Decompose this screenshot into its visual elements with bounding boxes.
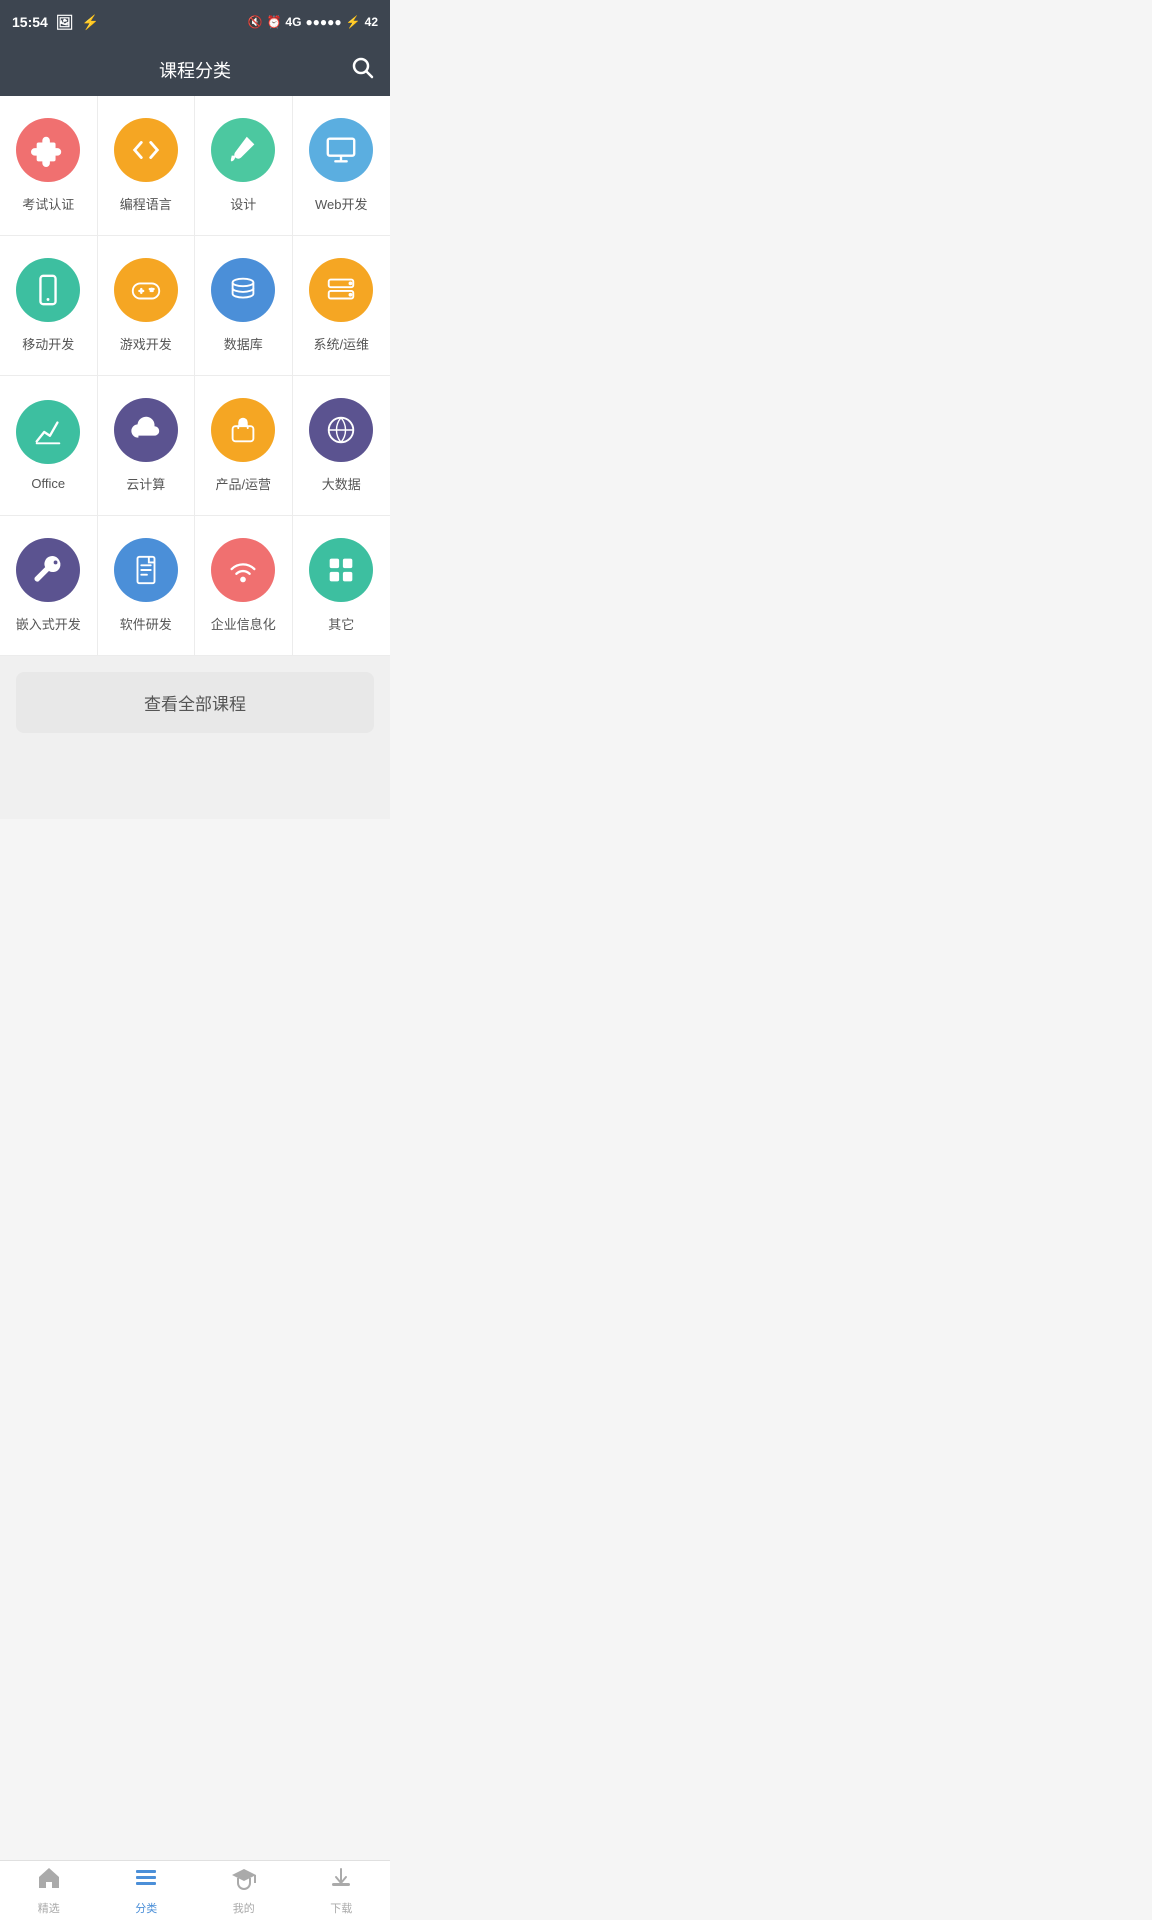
nav-label-mine: 我的 [233, 1900, 255, 1916]
nav-item-home[interactable]: 精选 [0, 1861, 98, 1920]
nav-label-download: 下载 [330, 1900, 352, 1916]
category-label-embedded: 嵌入式开发 [16, 614, 81, 633]
category-label-product: 产品/运营 [215, 474, 271, 493]
category-icon-cloud [114, 398, 178, 462]
category-icon-sysops [309, 258, 373, 322]
category-label-game: 游戏开发 [120, 334, 172, 353]
category-grid: 考试认证 编程语言 设计 Web开发 移动开发 游戏开发 数据库 [0, 96, 390, 656]
category-item-bigdata[interactable]: 大数据 [293, 376, 391, 516]
signal-dots: ●●●●● [305, 15, 341, 29]
category-item-webdev[interactable]: Web开发 [293, 96, 391, 236]
category-label-sysops: 系统/运维 [313, 334, 369, 353]
category-icon-other [309, 538, 373, 602]
category-label-exam: 考试认证 [22, 194, 74, 213]
category-label-programming: 编程语言 [120, 194, 172, 213]
nav-icon-mine [231, 1865, 257, 1897]
category-item-sysops[interactable]: 系统/运维 [293, 236, 391, 376]
category-icon-product [211, 398, 275, 462]
category-icon-exam [16, 118, 80, 182]
battery-label: 42 [365, 15, 378, 29]
usb-icon: ⚡ [82, 14, 99, 31]
category-label-design: 设计 [230, 194, 256, 213]
category-icon-database [211, 258, 275, 322]
category-item-enterprise[interactable]: 企业信息化 [195, 516, 293, 656]
category-icon-enterprise [211, 538, 275, 602]
category-item-office[interactable]: Office [0, 376, 98, 516]
nav-label-home: 精选 [38, 1900, 60, 1916]
mute-icon: 🔇 [248, 15, 263, 29]
status-left: 15:54 🖼 ⚡ [12, 14, 99, 31]
network-label: 4G [285, 15, 301, 29]
category-label-office: Office [31, 476, 65, 491]
bolt-icon: ⚡ [346, 15, 361, 29]
page-title: 课程分类 [159, 57, 231, 83]
bottom-nav: 精选 分类 我的 下载 [0, 1860, 390, 1920]
category-icon-webdev [309, 118, 373, 182]
category-item-mobile[interactable]: 移动开发 [0, 236, 98, 376]
category-label-database: 数据库 [224, 334, 263, 353]
category-icon-software [114, 538, 178, 602]
category-item-programming[interactable]: 编程语言 [98, 96, 196, 236]
category-label-enterprise: 企业信息化 [211, 614, 276, 633]
nav-icon-home [36, 1865, 62, 1897]
category-icon-design [211, 118, 275, 182]
category-item-design[interactable]: 设计 [195, 96, 293, 236]
status-right: 🔇 ⏰ 4G ●●●●● ⚡ 42 [248, 15, 378, 29]
category-item-cloud[interactable]: 云计算 [98, 376, 196, 516]
category-item-embedded[interactable]: 嵌入式开发 [0, 516, 98, 656]
category-item-product[interactable]: 产品/运营 [195, 376, 293, 516]
category-label-mobile: 移动开发 [22, 334, 74, 353]
category-item-database[interactable]: 数据库 [195, 236, 293, 376]
time: 15:54 [12, 14, 48, 30]
category-icon-office [16, 400, 80, 464]
view-all-button[interactable]: 查看全部课程 [16, 672, 374, 733]
category-label-other: 其它 [328, 614, 354, 633]
view-all-container: 查看全部课程 [0, 656, 390, 749]
nav-item-category[interactable]: 分类 [98, 1861, 196, 1920]
nav-label-category: 分类 [135, 1900, 157, 1916]
category-icon-game [114, 258, 178, 322]
nav-icon-category [133, 1865, 159, 1897]
category-item-software[interactable]: 软件研发 [98, 516, 196, 656]
category-icon-mobile [16, 258, 80, 322]
category-label-webdev: Web开发 [315, 194, 368, 213]
category-item-exam[interactable]: 考试认证 [0, 96, 98, 236]
category-item-other[interactable]: 其它 [293, 516, 391, 656]
nav-item-download[interactable]: 下载 [293, 1861, 391, 1920]
nav-icon-download [328, 1865, 354, 1897]
category-label-cloud: 云计算 [126, 474, 165, 493]
search-icon[interactable] [350, 55, 374, 85]
category-icon-embedded [16, 538, 80, 602]
image-icon: 🖼 [56, 14, 74, 31]
category-icon-bigdata [309, 398, 373, 462]
category-label-bigdata: 大数据 [322, 474, 361, 493]
nav-item-mine[interactable]: 我的 [195, 1861, 293, 1920]
app-header: 课程分类 [0, 44, 390, 96]
category-item-game[interactable]: 游戏开发 [98, 236, 196, 376]
status-bar: 15:54 🖼 ⚡ 🔇 ⏰ 4G ●●●●● ⚡ 42 [0, 0, 390, 44]
alarm-icon: ⏰ [266, 15, 281, 29]
category-label-software: 软件研发 [120, 614, 172, 633]
category-icon-programming [114, 118, 178, 182]
